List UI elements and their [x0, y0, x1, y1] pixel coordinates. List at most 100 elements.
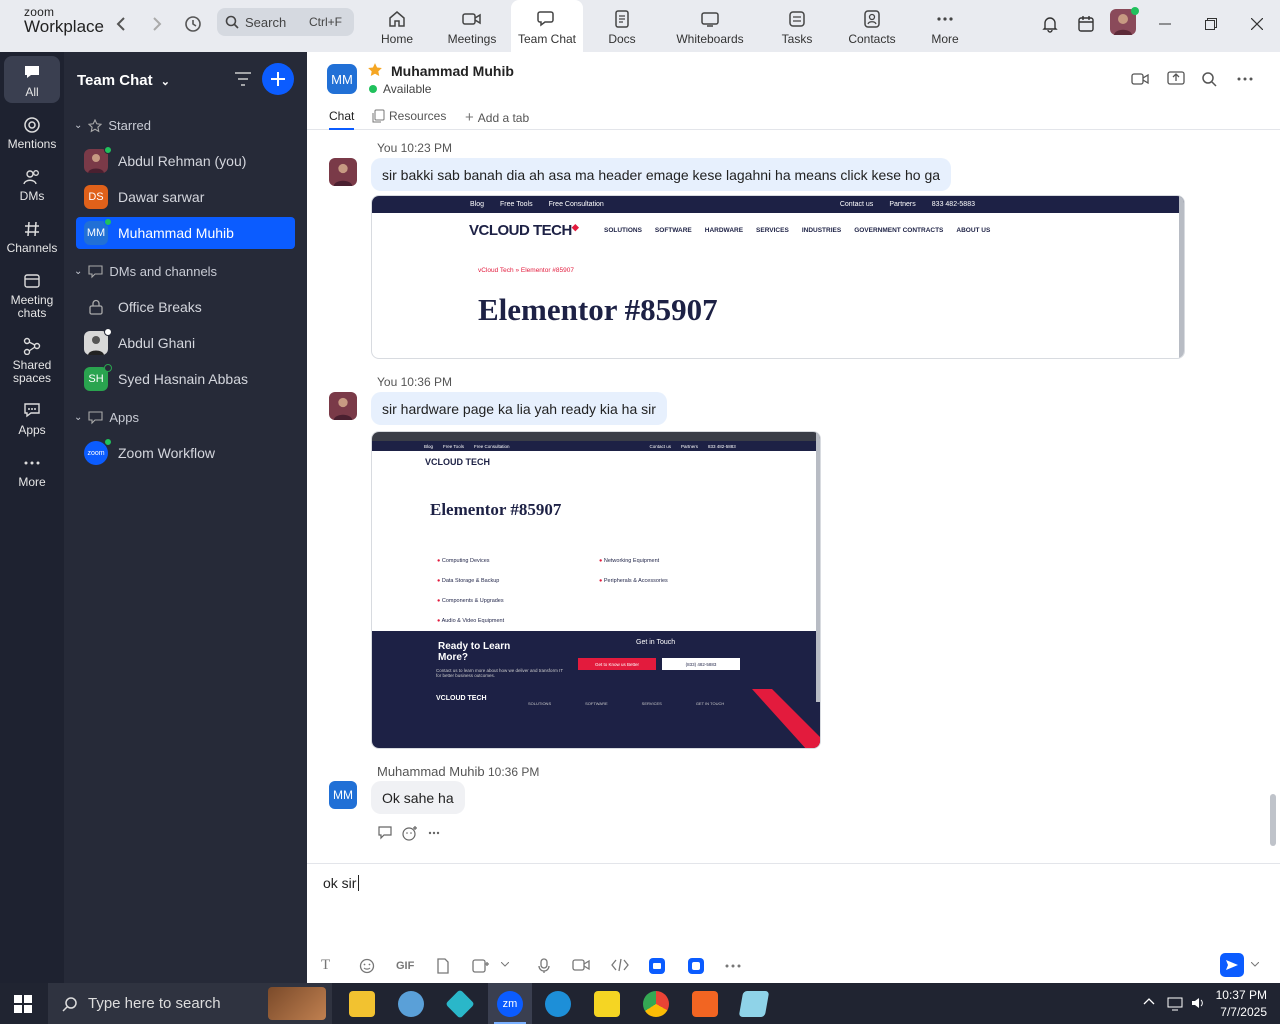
footer-columns: SOLUTIONS SOFTWARE SERVICES GET IN TOUCH [528, 701, 724, 706]
tab-label: Docs [608, 32, 636, 46]
tab-home[interactable]: Home [361, 0, 433, 52]
tab-team-chat[interactable]: Team Chat [511, 0, 583, 52]
search-input[interactable]: Search Ctrl+F [217, 8, 354, 36]
rail-meeting-chats[interactable]: Meeting chats [4, 270, 60, 320]
more-options-icon[interactable] [1237, 77, 1253, 81]
message-bubble[interactable]: Ok sahe ha [371, 781, 465, 814]
section-starred[interactable]: ⌄ Starred [74, 118, 151, 133]
add-reaction-icon[interactable] [402, 825, 418, 841]
tab-chat[interactable]: Chat [329, 109, 355, 130]
app-icon[interactable] [398, 991, 424, 1017]
sticky-notes-icon[interactable] [594, 991, 620, 1017]
sidebar-item-abdul-ghani[interactable]: Abdul Ghani [76, 327, 295, 359]
calendar-icon[interactable] [1074, 12, 1098, 36]
screenshot-icon[interactable] [472, 958, 490, 974]
back-icon[interactable] [111, 14, 131, 34]
section-dms-channels[interactable]: ⌄ DMs and channels [74, 264, 217, 279]
composer-input[interactable]: ok sir​ [323, 875, 360, 891]
brand-bottom: Workplace [24, 17, 104, 36]
tab-add[interactable]: + Add a tab [465, 109, 529, 126]
star-icon[interactable] [367, 62, 383, 78]
sidebar-item-syed-hasnain-abbas[interactable]: SH Syed Hasnain Abbas [76, 363, 295, 395]
image-attachment[interactable]: Blog Free Tools Free Consultation Contac… [371, 195, 1185, 359]
tab-resources[interactable]: Resources [372, 109, 446, 123]
file-explorer-icon[interactable] [349, 991, 375, 1017]
section-label: Starred [108, 118, 152, 133]
rail-all[interactable]: All [4, 56, 60, 103]
new-chat-button[interactable] [262, 63, 294, 95]
tab-label: Whiteboards [676, 32, 744, 46]
contact-name[interactable]: Muhammad Muhib [391, 63, 514, 79]
share-screen-icon[interactable] [1167, 71, 1185, 87]
image-attachment[interactable]: Blog Free Tools Free Consultation Contac… [371, 431, 821, 749]
chrome-icon[interactable] [643, 991, 669, 1017]
sidebar-item-office-breaks[interactable]: Office Breaks [76, 291, 295, 323]
taskbar-zoom-active[interactable]: zm [488, 983, 532, 1024]
video-call-icon[interactable] [1131, 72, 1149, 86]
restore-icon[interactable] [1199, 12, 1223, 36]
volume-icon[interactable] [1190, 995, 1206, 1011]
rail-dms[interactable]: DMs [4, 166, 60, 203]
rail-more[interactable]: More [4, 452, 60, 489]
contact-avatar[interactable]: MM [327, 64, 357, 94]
sidebar-item-muhammad-muhib[interactable]: MM Muhammad Muhib [76, 217, 295, 249]
message-composer[interactable]: ok sir​ T GIF [307, 863, 1280, 983]
rail-apps[interactable]: Apps [4, 400, 60, 437]
file-icon[interactable] [436, 958, 450, 974]
tab-contacts[interactable]: Contacts [836, 0, 908, 52]
bell-icon[interactable] [1038, 12, 1062, 36]
section-apps[interactable]: ⌄ Apps [74, 410, 139, 425]
tab-tasks[interactable]: Tasks [761, 0, 833, 52]
tab-meetings[interactable]: Meetings [436, 0, 508, 52]
site-text: Contact us to learn more about how we de… [436, 668, 563, 678]
emoji-icon[interactable] [359, 958, 375, 974]
sidebar-item-dawar-sarwar[interactable]: DS Dawar sarwar [76, 181, 295, 213]
more-icon [936, 8, 954, 30]
send-button[interactable] [1220, 953, 1244, 977]
more-tools-icon[interactable] [725, 964, 741, 968]
tab-docs[interactable]: Docs [586, 0, 658, 52]
edge-icon[interactable] [545, 991, 571, 1017]
app-icon[interactable] [738, 991, 770, 1017]
message-meta: Muhammad Muhib 10:36 PM [377, 764, 539, 779]
app-icon-1[interactable] [649, 958, 665, 974]
code-icon[interactable] [611, 958, 629, 972]
rail-channels[interactable]: Channels [4, 218, 60, 255]
history-icon[interactable] [183, 14, 203, 34]
app-icon-2[interactable] [688, 958, 704, 974]
taskbar-search[interactable]: Type here to search [48, 983, 332, 1024]
app-icon[interactable] [445, 989, 475, 1019]
forward-icon[interactable] [147, 14, 167, 34]
reply-icon[interactable] [378, 826, 394, 840]
chevron-up-icon[interactable] [1143, 997, 1155, 1005]
network-icon[interactable] [1167, 995, 1183, 1011]
rail-mentions[interactable]: Mentions [4, 114, 60, 151]
microphone-icon[interactable] [538, 958, 550, 974]
minimize-icon[interactable] [1153, 12, 1177, 36]
gif-icon[interactable]: GIF [396, 960, 414, 972]
format-text-icon[interactable]: T [321, 957, 330, 974]
scrollbar[interactable] [1270, 794, 1276, 846]
system-clock[interactable]: 10:37 PM 7/7/2025 [1216, 987, 1267, 1021]
chevron-down-icon[interactable] [501, 962, 509, 967]
message-bubble[interactable]: sir bakki sab banah dia ah asa ma header… [371, 158, 952, 191]
message-bubble[interactable]: sir hardware page ka lia yah ready kia h… [371, 392, 667, 425]
tab-more[interactable]: More [909, 0, 981, 52]
site-text: Contact us [649, 443, 671, 449]
search-label: Search [245, 14, 287, 30]
search-icon[interactable] [1201, 71, 1217, 87]
tab-whiteboards[interactable]: Whiteboards [666, 0, 754, 52]
sidebar-title[interactable]: Team Chat ⌄ [77, 72, 170, 89]
avatar[interactable] [1110, 7, 1139, 35]
video-message-icon[interactable] [572, 958, 590, 972]
rail-shared-spaces[interactable]: Shared spaces [4, 335, 60, 385]
sidebar-item-abdul-rehman[interactable]: Abdul Rehman (you) [76, 145, 295, 177]
sidebar-item-zoom-workflow[interactable]: zoom Zoom Workflow [76, 437, 295, 469]
more-actions-icon[interactable] [428, 831, 440, 835]
close-icon[interactable] [1245, 12, 1269, 36]
filter-icon[interactable] [234, 71, 252, 87]
avatar-initials: SH [88, 373, 104, 385]
xampp-icon[interactable] [692, 991, 718, 1017]
windows-start-icon[interactable] [14, 995, 32, 1013]
chevron-down-icon[interactable] [1251, 962, 1259, 967]
